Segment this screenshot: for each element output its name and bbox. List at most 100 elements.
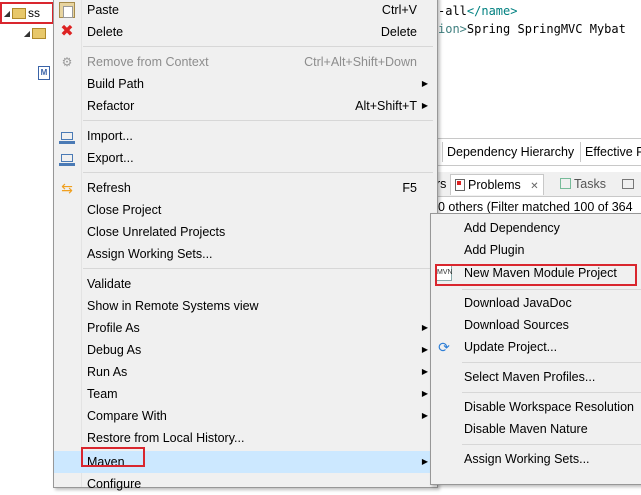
import-icon (59, 128, 75, 144)
submenu-arrow-icon: ▶ (421, 389, 428, 398)
submenu-item-update-project[interactable]: ⟳ Update Project... (431, 336, 641, 358)
maven-highlight-box (81, 447, 145, 467)
menu-label: Disable Maven Nature (464, 422, 588, 436)
problems-icon (455, 179, 465, 191)
menu-item-remove-from-context[interactable]: ⚙ Remove from Context Ctrl+Alt+Shift+Dow… (54, 51, 437, 73)
pom-editor: -all</name> ion>Spring SpringMVC Mybat (436, 0, 641, 70)
menu-label: Download Sources (464, 318, 569, 332)
menu-item-refresh[interactable]: ⇆ Refresh F5 (54, 177, 437, 199)
submenu-item-add-plugin[interactable]: Add Plugin (431, 239, 641, 261)
menu-item-restore-from-local-history[interactable]: Restore from Local History... (54, 427, 437, 449)
menu-label: Refresh (87, 181, 131, 195)
menu-shortcut: Delete (380, 25, 417, 39)
submenu-item-select-maven-profiles[interactable]: Select Maven Profiles... (431, 366, 641, 388)
menu-separator (83, 268, 433, 269)
menu-item-run-as[interactable]: Run As ▶ (54, 361, 437, 383)
project-node[interactable]: ◢ ss (0, 2, 54, 24)
tab-effective-pom[interactable]: Effective P (580, 142, 641, 162)
menu-item-build-path[interactable]: Build Path ▶ (54, 73, 437, 95)
menu-label: Add Dependency (464, 221, 560, 235)
menu-label: Import... (87, 129, 133, 143)
menu-label: Update Project... (464, 340, 558, 354)
menu-label: Paste (87, 3, 119, 17)
close-tab-icon[interactable]: ✕ (530, 181, 538, 192)
menu-label: Run As (87, 365, 128, 379)
menu-item-export[interactable]: Export... (54, 147, 437, 169)
tasks-icon (560, 178, 571, 189)
submenu-item-disable-maven-nature[interactable]: Disable Maven Nature (431, 418, 641, 440)
submenu-item-download-javadoc[interactable]: Download JavaDoc (431, 292, 641, 314)
project-explorer: ◢ ss ◢ M (0, 0, 54, 477)
menu-label: Close Unrelated Projects (87, 225, 226, 239)
folder-icon (32, 27, 46, 39)
menu-item-refactor[interactable]: Refactor Alt+Shift+T ▶ (54, 95, 437, 117)
submenu-arrow-icon: ▶ (421, 457, 428, 466)
menu-separator (462, 392, 641, 393)
menu-separator (83, 46, 433, 47)
tree-pom-row[interactable]: M (38, 64, 50, 82)
menu-label: Configure (87, 477, 142, 491)
new-maven-module-highlight-box (435, 264, 637, 286)
collapse-arrow-icon[interactable]: ◢ (22, 29, 32, 38)
menu-label: Add Plugin (464, 243, 525, 257)
submenu-arrow-icon: ▶ (421, 101, 428, 110)
menu-item-compare-with[interactable]: Compare With ▶ (54, 405, 437, 427)
tree-folder-row[interactable]: ◢ (22, 24, 46, 42)
view-tab-bar: rs Problems ✕ Tasks (436, 172, 641, 197)
submenu-item-disable-workspace-resolution[interactable]: Disable Workspace Resolution (431, 396, 641, 418)
submenu-item-assign-working-sets[interactable]: Assign Working Sets... (431, 448, 641, 470)
submenu-arrow-icon: ▶ (421, 79, 428, 88)
menu-label: Profile As (87, 321, 140, 335)
menu-item-close-project[interactable]: Close Project (54, 199, 437, 221)
project-folder-icon (12, 7, 26, 19)
menu-label: Assign Working Sets... (464, 452, 590, 466)
collapse-arrow-icon[interactable]: ◢ (2, 9, 12, 18)
update-project-icon: ⟳ (438, 339, 450, 355)
menu-label: Debug As (87, 343, 142, 357)
menu-label: Show in Remote Systems view (87, 299, 259, 313)
submenu-arrow-icon: ▶ (421, 323, 428, 332)
menu-item-close-unrelated-projects[interactable]: Close Unrelated Projects (54, 221, 437, 243)
menu-label: Restore from Local History... (87, 431, 245, 445)
menu-item-configure[interactable]: Configure (54, 473, 437, 495)
menu-separator (83, 120, 433, 121)
menu-separator (462, 444, 641, 445)
menu-label: Download JavaDoc (464, 296, 572, 310)
submenu-item-download-sources[interactable]: Download Sources (431, 314, 641, 336)
menu-item-team[interactable]: Team ▶ (54, 383, 437, 405)
menu-shortcut: Ctrl+Alt+Shift+Down (304, 55, 417, 69)
menu-item-delete[interactable]: ✖ Delete Delete (54, 21, 437, 43)
menu-item-validate[interactable]: Validate (54, 273, 437, 295)
project-label: ss (28, 6, 40, 20)
menu-item-profile-as[interactable]: Profile As ▶ (54, 317, 437, 339)
submenu-arrow-icon: ▶ (421, 367, 428, 376)
menu-label: Build Path (87, 77, 144, 91)
editor-line-2: ion>Spring SpringMVC Mybat (438, 22, 626, 36)
tab-problems[interactable]: Problems ✕ (450, 174, 544, 195)
submenu-item-add-dependency[interactable]: Add Dependency (431, 217, 641, 239)
console-icon[interactable] (622, 174, 634, 194)
paste-icon (59, 2, 75, 18)
menu-shortcut: F5 (402, 181, 417, 195)
pom-file-icon: M (38, 66, 50, 80)
export-icon (59, 150, 75, 166)
tab-tasks[interactable]: Tasks (560, 174, 606, 194)
menu-item-paste[interactable]: Paste Ctrl+V (54, 0, 437, 21)
menu-label: Refactor (87, 99, 135, 113)
menu-label: Remove from Context (87, 55, 209, 69)
menu-item-import[interactable]: Import... (54, 125, 437, 147)
menu-separator (83, 172, 433, 173)
menu-label: Validate (87, 277, 132, 291)
menu-item-debug-as[interactable]: Debug As ▶ (54, 339, 437, 361)
menu-separator (462, 362, 641, 363)
menu-item-assign-working-sets[interactable]: Assign Working Sets... (54, 243, 437, 265)
submenu-arrow-icon: ▶ (421, 411, 428, 420)
submenu-arrow-icon: ▶ (421, 345, 428, 354)
menu-label: Delete (87, 25, 124, 39)
menu-label: Close Project (87, 203, 162, 217)
pom-editor-tabs: Dependency Hierarchy Effective P (436, 138, 641, 166)
menu-label: Select Maven Profiles... (464, 370, 596, 384)
menu-item-show-in-remote-systems[interactable]: Show in Remote Systems view (54, 295, 437, 317)
project-context-menu: Paste Ctrl+V ✖ Delete Delete ⚙ Remove fr… (53, 0, 438, 491)
tab-dependency-hierarchy[interactable]: Dependency Hierarchy (442, 142, 578, 162)
